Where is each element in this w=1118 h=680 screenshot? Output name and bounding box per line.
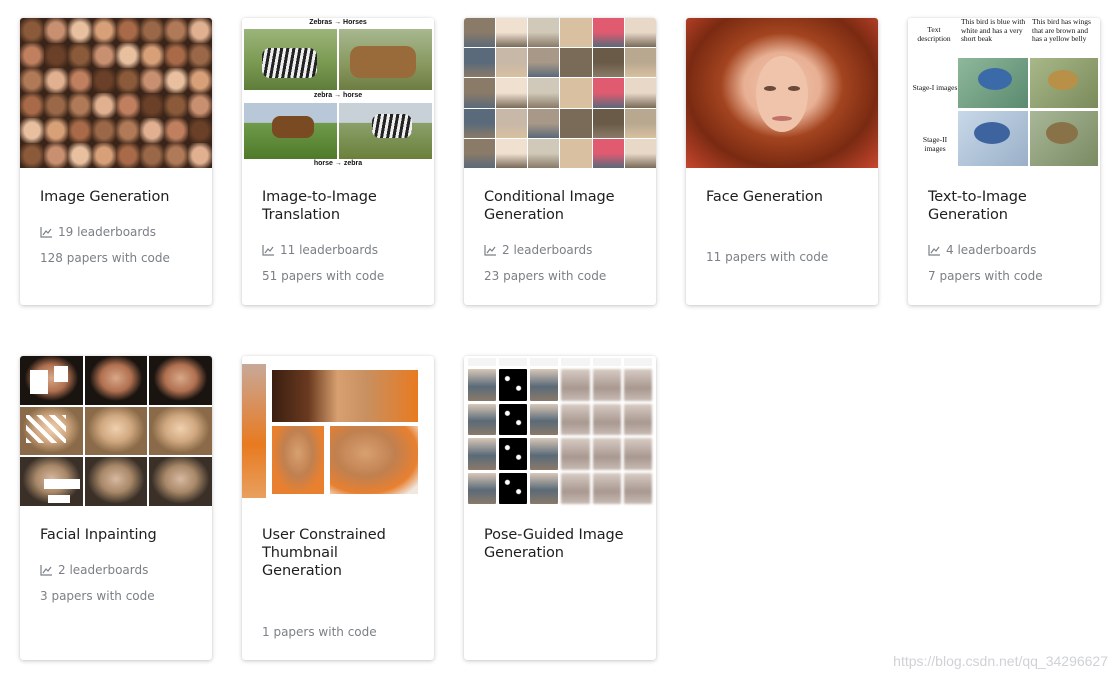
task-card-user-constrained-thumbnail-generation[interactable]: User Constrained Thumbnail Generation 1 … xyxy=(242,356,434,660)
task-thumbnail xyxy=(242,356,434,506)
task-thumbnail: Zebras → Horses zebra → horse horse → ze… xyxy=(242,18,434,168)
task-title: Image-to-Image Translation xyxy=(262,189,377,223)
task-thumbnail xyxy=(20,356,212,506)
task-card-facial-inpainting[interactable]: Facial Inpainting 2 leaderboards 3 paper… xyxy=(20,356,212,660)
task-thumbnail xyxy=(464,18,656,168)
watermark: https://blog.csdn.net/qq_34296627 xyxy=(893,653,1108,669)
papers-count[interactable]: 3 papers with code xyxy=(40,589,155,603)
task-card-text-to-image-generation[interactable]: Text description This bird is blue with … xyxy=(908,18,1100,305)
papers-count[interactable]: 23 papers with code xyxy=(484,269,606,283)
task-title: Image Generation xyxy=(40,189,170,205)
leaderboards-count[interactable]: 4 leaderboards xyxy=(928,243,1036,257)
task-card-conditional-image-generation[interactable]: Conditional Image Generation 2 leaderboa… xyxy=(464,18,656,305)
task-thumbnail xyxy=(464,356,656,506)
papers-count[interactable]: 11 papers with code xyxy=(706,250,828,264)
task-title: User Constrained Thumbnail Generation xyxy=(262,527,386,579)
task-thumbnail xyxy=(686,18,878,168)
leaderboards-count[interactable]: 2 leaderboards xyxy=(40,563,148,577)
leaderboards-count[interactable]: 11 leaderboards xyxy=(262,243,378,257)
papers-count[interactable]: 1 papers with code xyxy=(262,625,377,639)
task-title: Conditional Image Generation xyxy=(484,189,615,223)
task-title: Text-to-Image Generation xyxy=(928,189,1027,223)
task-title: Facial Inpainting xyxy=(40,527,157,543)
task-card-image-to-image-translation[interactable]: Zebras → Horses zebra → horse horse → ze… xyxy=(242,18,434,305)
task-title: Face Generation xyxy=(706,189,823,205)
papers-count[interactable]: 128 papers with code xyxy=(40,251,170,265)
leaderboards-count[interactable]: 19 leaderboards xyxy=(40,225,156,239)
task-card-pose-guided-image-generation[interactable]: Pose-Guided Image Generation xyxy=(464,356,656,660)
task-title: Pose-Guided Image Generation xyxy=(484,527,624,561)
line-chart-icon xyxy=(40,565,52,576)
line-chart-icon xyxy=(928,245,940,256)
line-chart-icon xyxy=(262,245,274,256)
task-card-image-generation[interactable]: Image Generation 19 leaderboards 128 pap… xyxy=(20,18,212,305)
papers-count[interactable]: 51 papers with code xyxy=(262,269,384,283)
task-thumbnail xyxy=(20,18,212,168)
task-card-face-generation[interactable]: Face Generation 11 papers with code xyxy=(686,18,878,305)
line-chart-icon xyxy=(484,245,496,256)
line-chart-icon xyxy=(40,227,52,238)
task-thumbnail: Text description This bird is blue with … xyxy=(908,18,1100,168)
leaderboards-count[interactable]: 2 leaderboards xyxy=(484,243,592,257)
papers-count[interactable]: 7 papers with code xyxy=(928,269,1043,283)
